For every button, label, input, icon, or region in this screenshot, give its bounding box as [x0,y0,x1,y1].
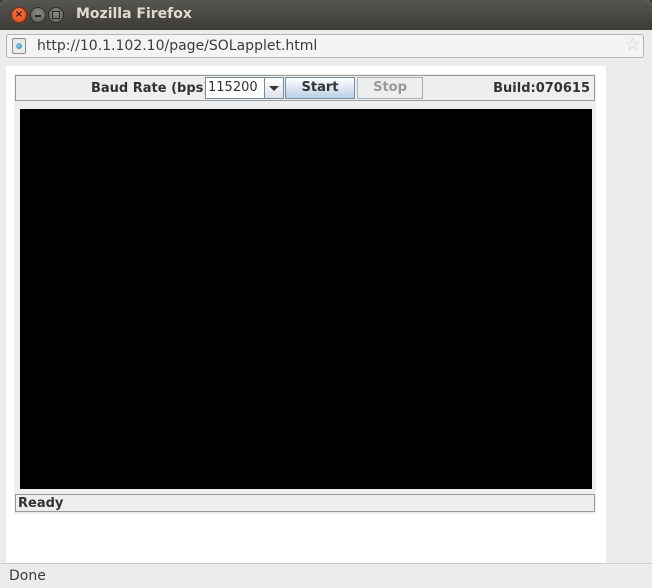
url-bar[interactable]: http://10.1.102.10/page/SOLapplet.html ☆ [6,34,644,58]
serial-over-lan-applet: Baud Rate (bps) 115200 Start Stop Build:… [14,74,596,514]
stop-button[interactable]: Stop [357,77,423,99]
baud-rate-value: 115200 [208,80,258,95]
page-margin [606,66,652,563]
maximize-icon[interactable] [48,7,64,23]
browser-status-text: Done [9,568,46,584]
start-button[interactable]: Start [285,77,355,99]
terminal-console[interactable] [20,109,592,489]
baud-rate-select[interactable]: 115200 [205,77,284,99]
site-identity-icon[interactable] [12,38,26,54]
star-icon[interactable]: ☆ [625,35,640,55]
minimize-icon[interactable] [30,7,46,23]
title-bar[interactable]: × Mozilla Firefox [0,0,652,30]
applet-toolbar: Baud Rate (bps) 115200 Start Stop Build:… [15,75,595,101]
applet-status-bar: Ready [15,494,595,512]
baud-rate-label: Baud Rate (bps) [91,81,210,96]
window-title: Mozilla Firefox [76,6,192,22]
url-text[interactable]: http://10.1.102.10/page/SOLapplet.html [37,38,317,54]
status-text: Ready [18,496,64,511]
browser-status-bar: Done [0,563,652,588]
build-label: Build:070615 [493,81,590,96]
page-content: Baud Rate (bps) 115200 Start Stop Build:… [6,66,606,563]
chevron-down-icon[interactable] [264,78,283,98]
browser-window: × Mozilla Firefox http://10.1.102.10/pag… [0,0,652,588]
close-icon[interactable]: × [11,7,27,23]
